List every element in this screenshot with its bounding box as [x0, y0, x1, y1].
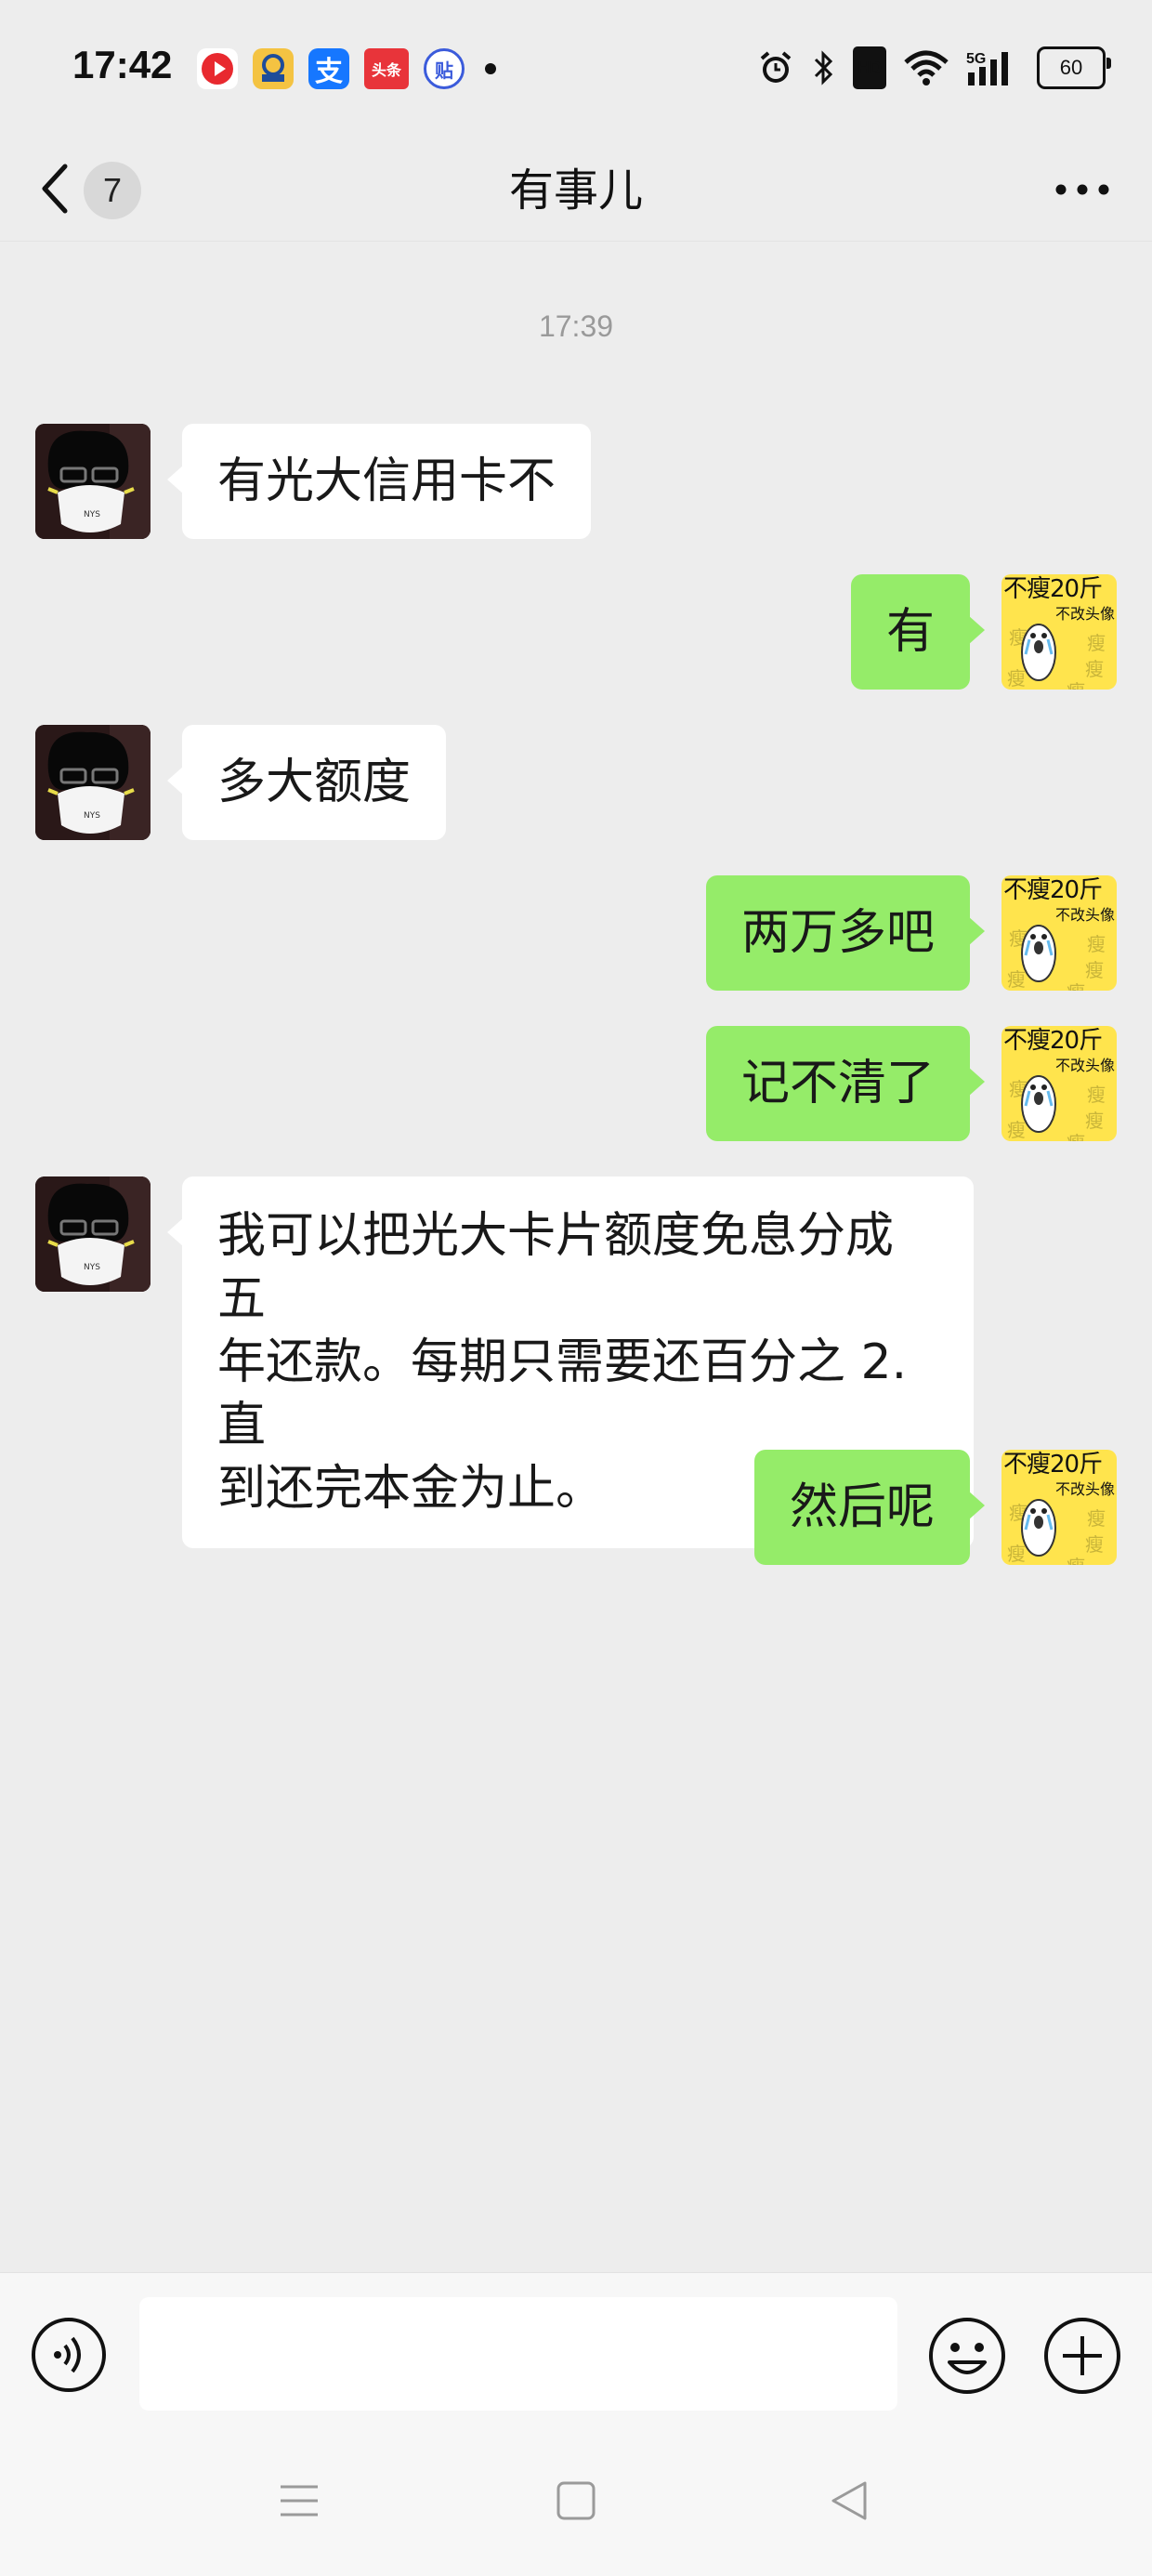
- contact-avatar[interactable]: NYS: [35, 424, 151, 539]
- plus-button[interactable]: [1042, 2316, 1122, 2396]
- status-time: 17:42: [72, 43, 173, 86]
- emoji-button[interactable]: [927, 2316, 1007, 2396]
- menu-icon: [278, 2479, 321, 2526]
- my-sticker-avatar[interactable]: 不瘦20斤不改头像瘦瘦瘦瘦瘦: [1001, 1026, 1117, 1141]
- message-bubble[interactable]: 有光大信用卡不: [166, 424, 592, 539]
- back-button[interactable]: 7: [37, 139, 141, 242]
- notification-icons: 支 头条 贴: [197, 48, 496, 89]
- message-bubble[interactable]: 然后呢: [753, 1450, 986, 1565]
- chat-header: 7 有事儿: [0, 139, 1152, 242]
- more-dot-icon: [485, 63, 496, 74]
- unread-count-badge: 7: [84, 162, 141, 219]
- message-bubble[interactable]: 多大额度: [166, 725, 447, 840]
- message-text: 有光大信用卡不: [217, 453, 556, 509]
- network-label: 5G: [966, 51, 986, 67]
- message-line: 我可以把光大卡片额度免息分成五: [217, 1208, 895, 1327]
- chat-messages[interactable]: 17:39 NYS有光大信用卡不不瘦20斤不改头像瘦瘦瘦瘦瘦有NYS多大额度不瘦…: [0, 242, 1152, 2272]
- back-triangle-icon: [828, 2479, 871, 2526]
- home-icon: [555, 2479, 597, 2526]
- video-app-icon: [197, 48, 238, 89]
- message-line: 年还款。每期只需要还百分之 2.直: [217, 1334, 908, 1453]
- chevron-left-icon: [37, 161, 71, 220]
- tieba-icon: 贴: [424, 48, 465, 89]
- crying-cartoon-icon: [1021, 1075, 1056, 1133]
- crying-cartoon-icon: [1021, 925, 1056, 982]
- system-back-button[interactable]: [821, 2475, 877, 2530]
- svg-text:NYS: NYS: [84, 510, 100, 519]
- message-text: 记不清了: [740, 1056, 935, 1111]
- chat-title: 有事儿: [508, 164, 643, 217]
- more-dots-icon: [1054, 182, 1110, 200]
- svg-text:NYS: NYS: [84, 811, 100, 821]
- my-sticker-avatar[interactable]: 不瘦20斤不改头像瘦瘦瘦瘦瘦: [1001, 875, 1117, 991]
- message-bubble[interactable]: 记不清了: [705, 1026, 986, 1141]
- plus-icon: [1042, 2318, 1122, 2399]
- alipay-icon: 支: [308, 48, 349, 89]
- svg-text:NYS: NYS: [84, 1263, 100, 1272]
- message-text: 两万多吧: [740, 905, 935, 961]
- voice-button[interactable]: [30, 2316, 108, 2394]
- message-bubble[interactable]: 有: [850, 574, 986, 690]
- message-input[interactable]: [139, 2297, 897, 2411]
- status-bar: 17:42 支 头条 贴 HD 5G 60: [0, 0, 1152, 139]
- my-sticker-avatar[interactable]: 不瘦20斤不改头像瘦瘦瘦瘦瘦: [1001, 574, 1117, 690]
- my-sticker-avatar[interactable]: 不瘦20斤不改头像瘦瘦瘦瘦瘦: [1001, 1450, 1117, 1565]
- contact-avatar[interactable]: NYS: [35, 1176, 151, 1292]
- input-bar: [0, 2272, 1152, 2430]
- alarm-icon: [756, 46, 795, 89]
- system-navigation-bar: [0, 2430, 1152, 2576]
- home-button[interactable]: [548, 2475, 604, 2530]
- signal-icon: 5G: [966, 46, 1020, 89]
- bank-app-icon: [253, 48, 294, 89]
- bluetooth-icon: [812, 46, 836, 89]
- system-icons: HD 5G 60: [756, 46, 1111, 89]
- wifi-icon: [903, 46, 949, 89]
- crying-cartoon-icon: [1021, 624, 1056, 681]
- emoji-icon: [927, 2318, 1007, 2399]
- more-button[interactable]: [1050, 167, 1115, 214]
- crying-cartoon-icon: [1021, 1499, 1056, 1557]
- battery-icon: 60: [1037, 46, 1111, 89]
- message-bubble[interactable]: 两万多吧: [705, 875, 986, 991]
- contact-avatar[interactable]: NYS: [35, 725, 151, 840]
- message-text: 有: [885, 604, 935, 660]
- message-text: 然后呢: [789, 1479, 935, 1535]
- message-text: 多大额度: [217, 755, 412, 810]
- voice-icon: [30, 2318, 108, 2398]
- toutiao-icon: 头条: [364, 48, 409, 89]
- hd-icon: HD: [853, 46, 886, 89]
- menu-button[interactable]: [271, 2475, 327, 2530]
- message-timestamp: 17:39: [538, 309, 614, 343]
